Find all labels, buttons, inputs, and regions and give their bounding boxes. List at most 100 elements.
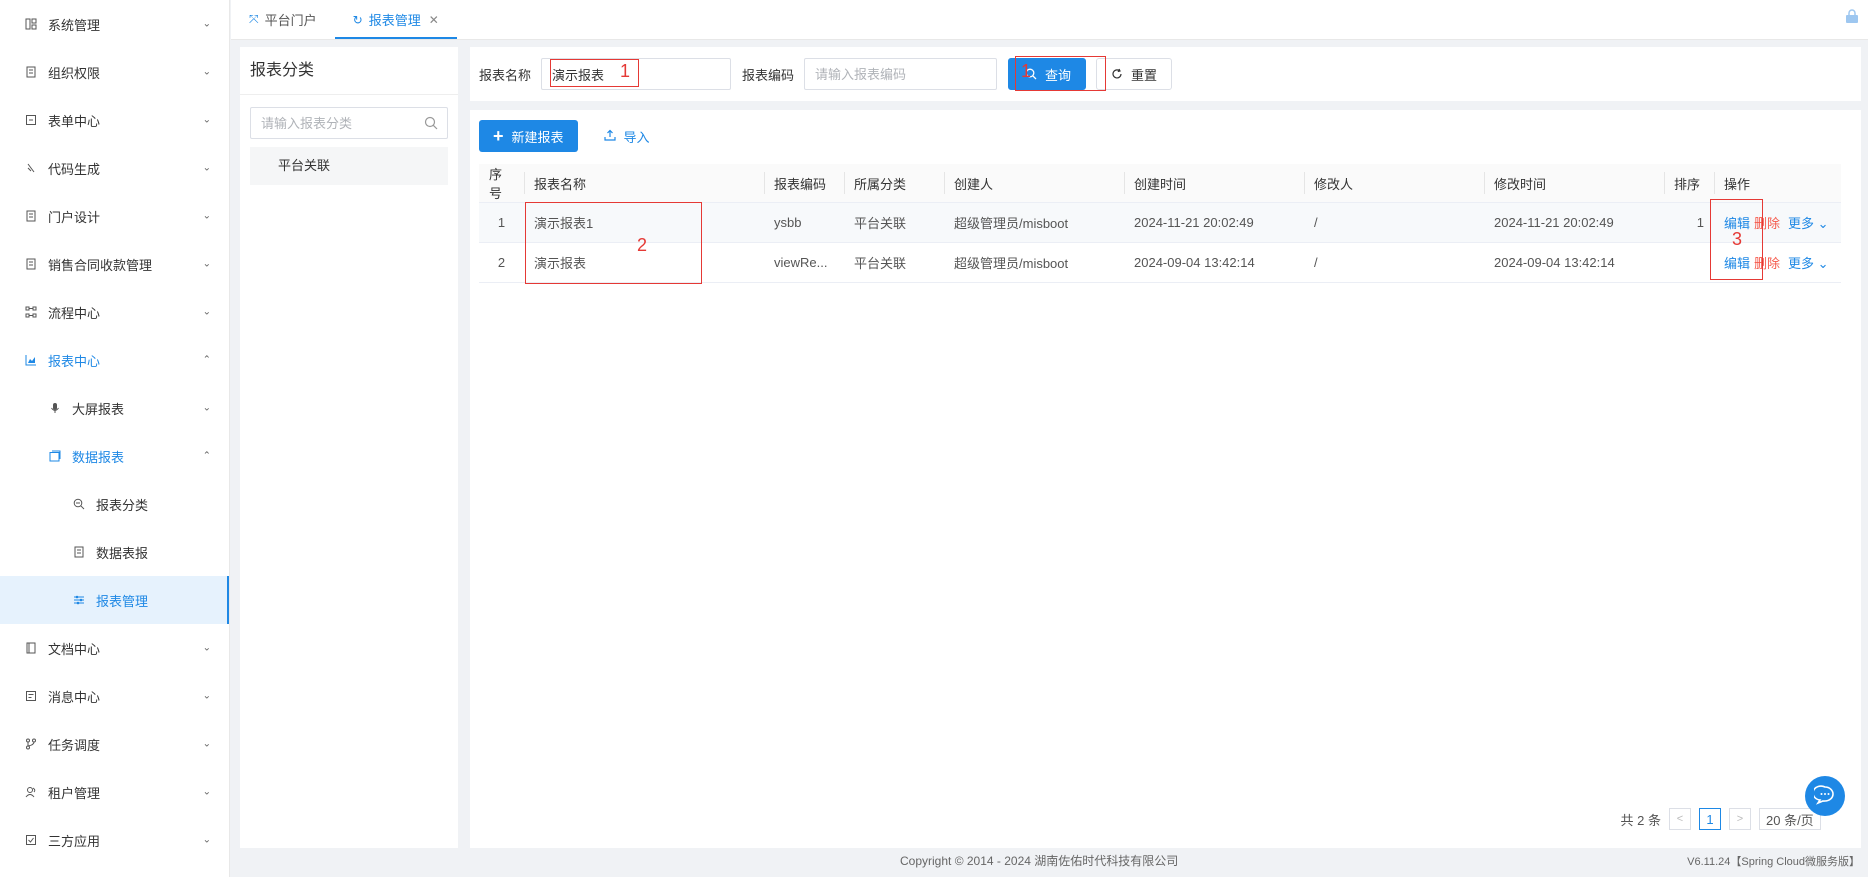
reset-button[interactable]: 重置 [1096, 58, 1173, 90]
menu-form[interactable]: 表单中心 ⌄ [0, 96, 229, 144]
menu-messages[interactable]: 消息中心 ⌄ [0, 672, 229, 720]
users-icon [24, 785, 38, 799]
category-title: 报表分类 [240, 47, 458, 95]
cell-modifier: / [1304, 202, 1484, 243]
chevron-down-icon: ⌄ [202, 66, 211, 78]
menu-label: 数据表报 [96, 545, 149, 561]
mic-icon [48, 401, 62, 415]
cell-category: 平台关联 [844, 242, 944, 283]
annotation-box [525, 202, 702, 284]
menu-tasks[interactable]: 任务调度 ⌄ [0, 720, 229, 768]
chevron-down-icon: ⌄ [202, 642, 211, 654]
window-icon [48, 449, 62, 463]
chevron-down-icon: ⌄ [202, 738, 211, 750]
menu-data-report[interactable]: 数据报表 ⌃ [0, 432, 229, 480]
menu-report-category[interactable]: 报表分类 [0, 480, 229, 528]
tabs-bar: ⤧ 平台门户 ↻ 报表管理 ✕ [231, 0, 1868, 40]
sidebar: 系统管理 ⌄ 组织权限 ⌄ 表单中心 ⌄ 代码生成 ⌄ 门户设计 ⌄ 销售合同收… [0, 0, 230, 877]
report-code-input[interactable] [804, 58, 998, 90]
menu-data-fill[interactable]: 数据表报 [0, 528, 229, 576]
menu-report-manage[interactable]: 报表管理 [0, 576, 229, 624]
new-report-button[interactable]: + 新建报表 [479, 120, 578, 152]
annotation-number: 1 [620, 61, 631, 81]
col-header: 排序 [1664, 164, 1714, 203]
toolbar: + 新建报表 导入 [470, 110, 1861, 162]
more-dropdown[interactable]: 更多 ⌄ [1788, 216, 1829, 231]
cell-creator: 超级管理员/misboot [944, 242, 1124, 283]
menu-tenants[interactable]: 租户管理 ⌄ [0, 768, 229, 816]
plus-icon: + [493, 126, 504, 146]
more-label: 更多 [1788, 216, 1815, 231]
report-code-label: 报表编码 [742, 67, 795, 83]
cell-sort [1664, 242, 1714, 283]
check-square-icon [24, 833, 38, 847]
menu-flow[interactable]: 流程中心 ⌄ [0, 288, 229, 336]
close-icon[interactable]: ✕ [429, 13, 439, 27]
menu-codegen[interactable]: 代码生成 ⌄ [0, 144, 229, 192]
refresh-icon[interactable]: ↻ [353, 13, 363, 27]
menu-portal[interactable]: 门户设计 ⌄ [0, 192, 229, 240]
code-icon [24, 161, 38, 175]
form-icon [24, 113, 38, 127]
menu-label: 报表分类 [96, 497, 149, 513]
annotation-number: 2 [637, 235, 648, 255]
chevron-up-icon: ⌃ [202, 354, 211, 366]
menu-system[interactable]: 系统管理 ⌄ [0, 0, 229, 48]
doc-icon [24, 65, 38, 79]
menu-bigscreen[interactable]: 大屏报表 ⌄ [0, 384, 229, 432]
cell-modifier: / [1304, 242, 1484, 283]
book-icon [24, 641, 38, 655]
annotation-number: 3 [1732, 229, 1743, 249]
branch-icon [24, 737, 38, 751]
footer-copyright: Copyright © 2014 - 2024 湖南佐佑时代科技有限公司 [900, 854, 1179, 868]
chevron-down-icon: ⌄ [202, 402, 211, 414]
pagination: 共 2 条 < 1 > 20 条/页 [1621, 808, 1821, 830]
tab-label: 报表管理 [368, 13, 421, 28]
menu-docs[interactable]: 文档中心 ⌄ [0, 624, 229, 672]
category-node[interactable]: 平台关联 [250, 147, 448, 185]
chevron-down-icon: ⌄ [202, 786, 211, 798]
search-icon[interactable] [424, 116, 438, 130]
category-panel: 报表分类 平台关联 [240, 47, 458, 848]
col-header: 操作 [1714, 164, 1841, 203]
import-label: 导入 [623, 129, 650, 145]
col-header: 序号 [479, 164, 524, 203]
category-search-input[interactable] [251, 108, 447, 138]
tab-portal[interactable]: ⤧ 平台门户 [231, 0, 335, 39]
tab-report-manage[interactable]: ↻ 报表管理 ✕ [334, 0, 457, 39]
col-header: 报表编码 [764, 164, 844, 203]
page-number[interactable]: 1 [1699, 808, 1721, 830]
menu-thirdparty[interactable]: 三方应用 ⌄ [0, 816, 229, 864]
more-dropdown[interactable]: 更多 ⌄ [1788, 256, 1829, 271]
chevron-down-icon: ⌄ [202, 18, 211, 30]
doc-icon [72, 545, 86, 559]
menu-sales[interactable]: 销售合同收款管理 ⌄ [0, 240, 229, 288]
col-header: 创建时间 [1124, 164, 1304, 203]
chat-button[interactable] [1805, 776, 1845, 816]
lock-icon[interactable] [1844, 8, 1860, 24]
next-page-button[interactable]: > [1729, 808, 1751, 830]
chevron-down-icon: ⌄ [1817, 216, 1829, 231]
col-header: 所属分类 [844, 164, 944, 203]
col-header: 修改时间 [1484, 164, 1664, 203]
menu-org[interactable]: 组织权限 ⌄ [0, 48, 229, 96]
flow-icon [24, 305, 38, 319]
message-icon [24, 689, 38, 703]
import-button[interactable]: 导入 [603, 127, 650, 146]
cell-code: viewRe... [764, 242, 844, 283]
cell-created: 2024-11-21 20:02:49 [1124, 202, 1304, 243]
refresh-icon [1111, 68, 1123, 80]
annotation-number: 1 [1021, 61, 1032, 81]
chevron-down-icon: ⌄ [1817, 256, 1829, 271]
total-count: 共 2 条 [1620, 812, 1661, 828]
prev-page-button[interactable]: < [1669, 808, 1691, 830]
chevron-down-icon: ⌄ [202, 834, 211, 846]
cell-modified: 2024-09-04 13:42:14 [1484, 242, 1664, 283]
cell-index: 1 [479, 202, 524, 243]
chevron-down-icon: ⌄ [202, 162, 211, 174]
grid-icon [24, 17, 38, 31]
expand-icon: ⤧ [249, 12, 259, 26]
cell-sort: 1 [1664, 202, 1714, 243]
chart-icon [24, 353, 38, 367]
menu-report-center[interactable]: 报表中心 ⌃ [0, 336, 229, 384]
